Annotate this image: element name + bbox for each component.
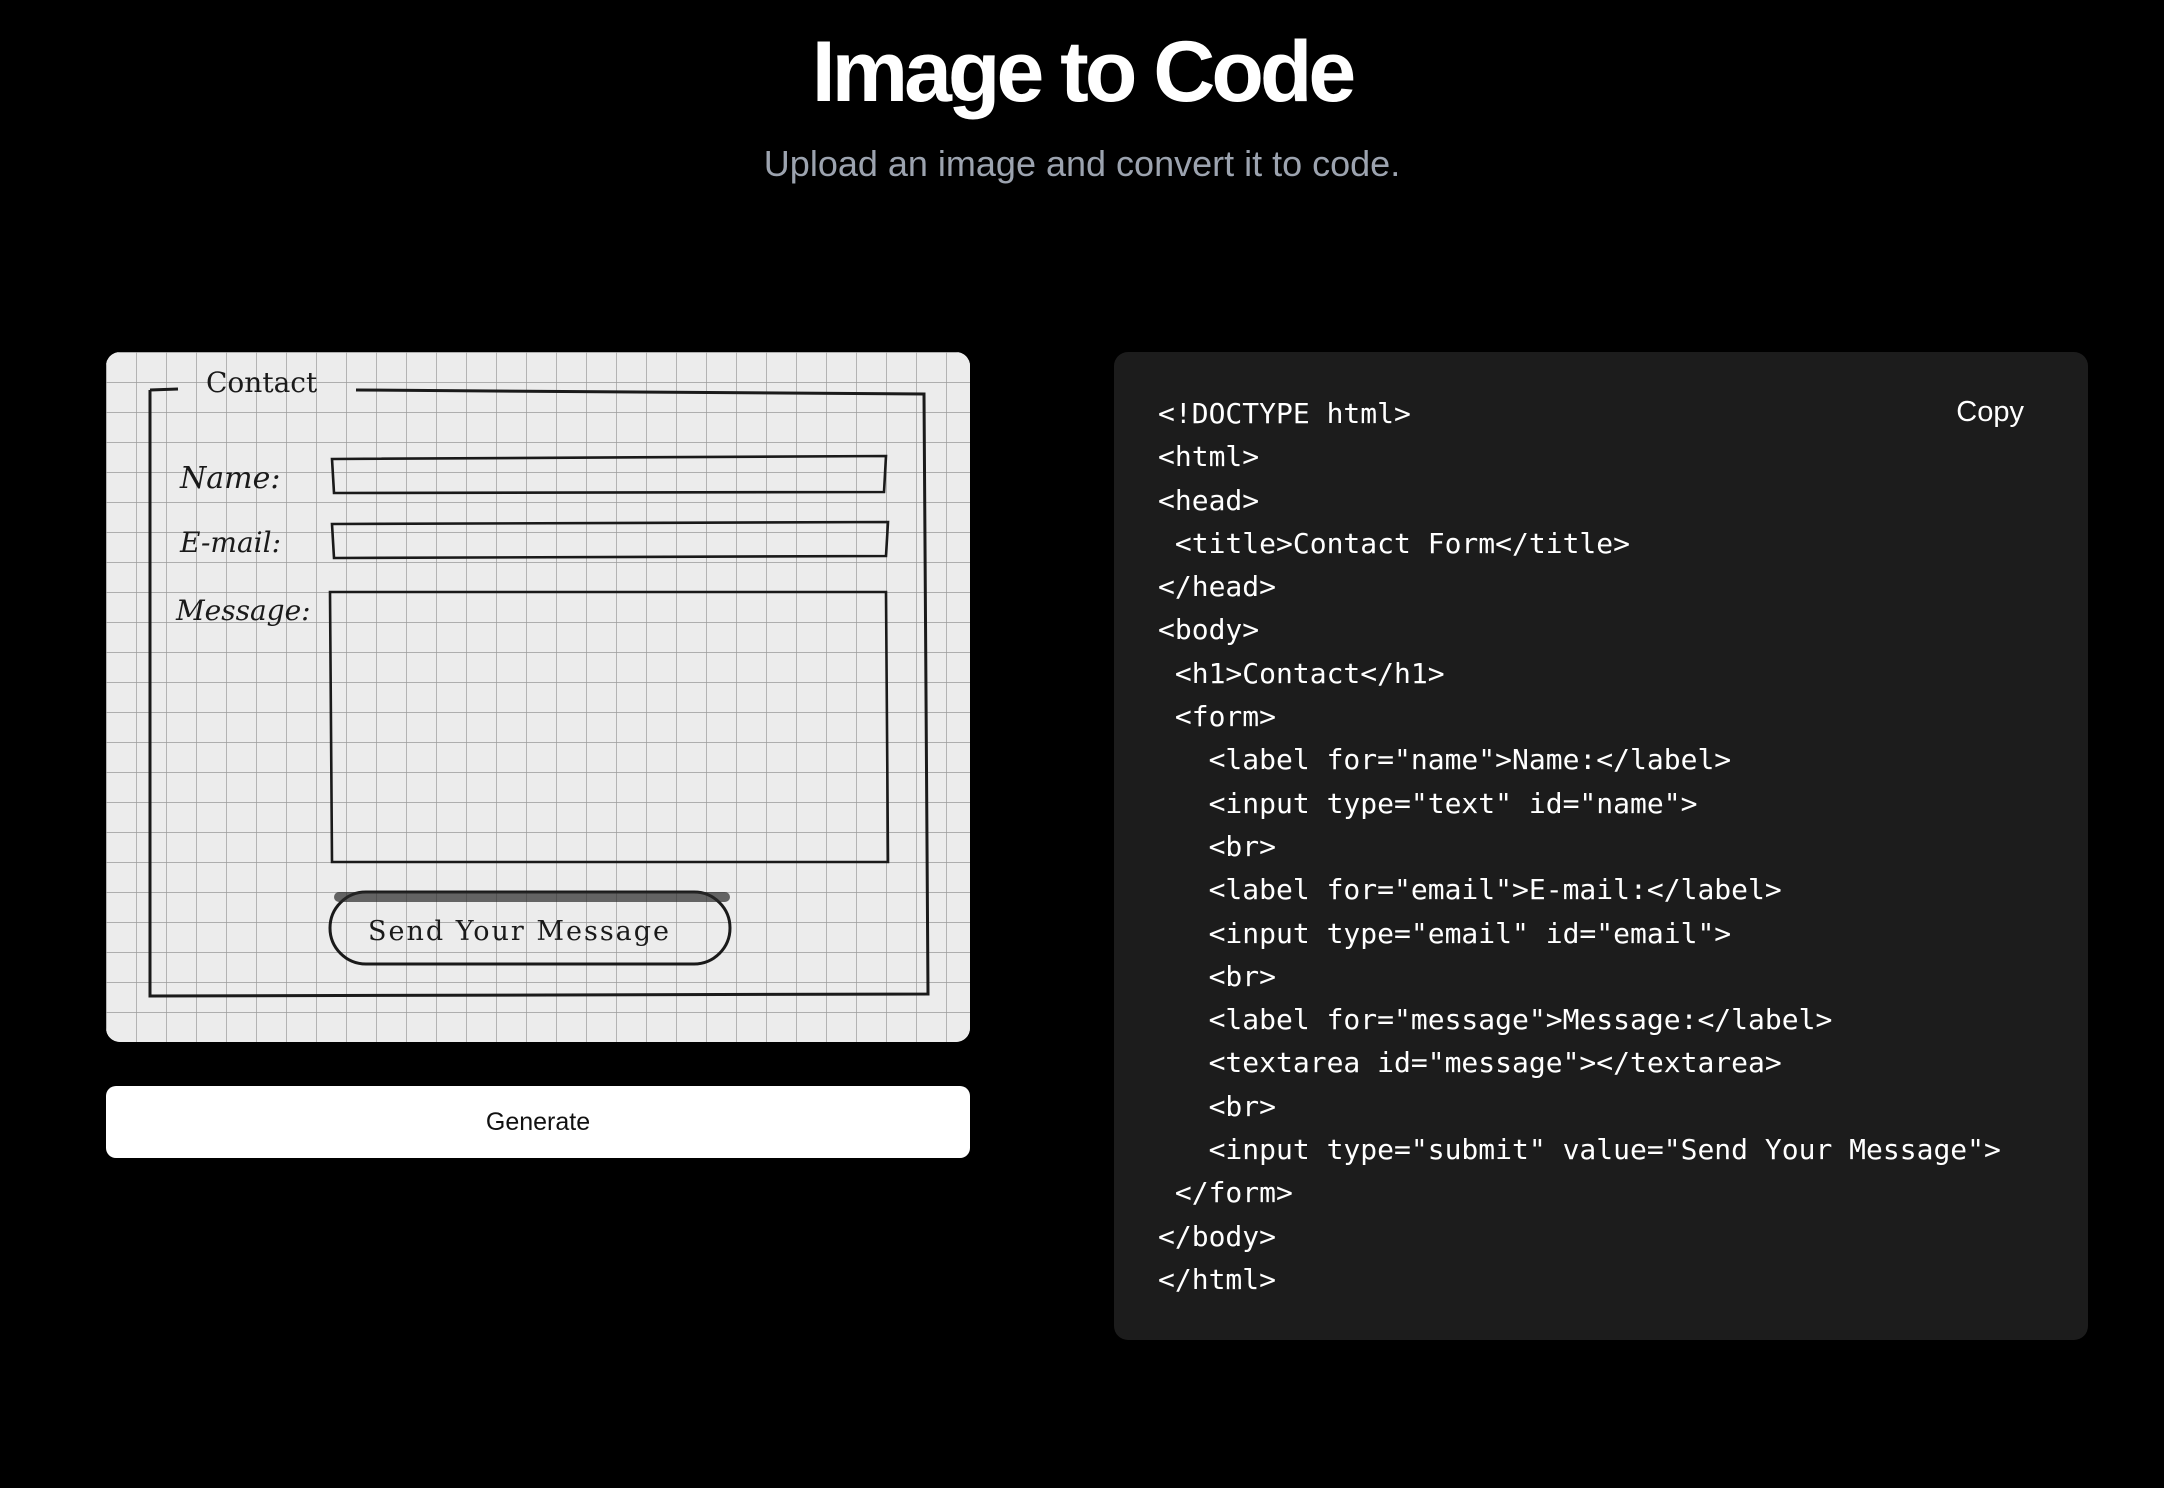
code-line: <label for="message">Message:</label> xyxy=(1158,1003,1833,1037)
generate-button[interactable]: Generate xyxy=(106,1086,970,1158)
code-block: <!DOCTYPE html> <html> <head> <title>Con… xyxy=(1158,392,2001,1301)
code-line: <label for="name">Name:</label> xyxy=(1158,743,1732,777)
sketch-title: Contact xyxy=(206,366,318,399)
code-line: <!DOCTYPE html> xyxy=(1158,397,1411,430)
sketch-label-name: Name: xyxy=(179,461,280,496)
uploaded-image-preview: Contact Name: E-mail: Message: Send Your… xyxy=(106,352,970,1042)
copy-button[interactable]: Copy xyxy=(1956,396,2024,429)
code-line: </html> xyxy=(1158,1262,1277,1296)
page-title: Image to Code xyxy=(811,24,1357,120)
sketch-button-text: Send Your Message xyxy=(368,916,671,947)
code-line: </form> xyxy=(1158,1176,1293,1210)
code-line: <br> xyxy=(1158,1089,1277,1123)
code-line: <h1>Contact</h1> xyxy=(1158,656,1445,690)
code-line: <head> xyxy=(1158,483,1260,517)
code-line: <br> xyxy=(1158,959,1277,993)
code-line: <title>Contact Form</title> xyxy=(1158,526,1631,560)
code-line: <input type="text" id="name"> xyxy=(1158,786,1698,820)
code-line: <textarea id="message"></textarea> xyxy=(1158,1046,1782,1080)
sketch-label-email: E-mail: xyxy=(179,526,281,559)
sketch-label-message: Message: xyxy=(175,594,311,627)
code-line: </head> xyxy=(1158,570,1277,604)
code-line: <form> xyxy=(1158,700,1277,734)
page-subtitle: Upload an image and convert it to code. xyxy=(763,143,1401,184)
code-line: <input type="email" id="email"> xyxy=(1158,916,1732,950)
code-line: <html> xyxy=(1158,440,1260,474)
code-line: <label for="email">E-mail:</label> xyxy=(1158,873,1782,907)
input-panel: Contact Name: E-mail: Message: Send Your… xyxy=(106,352,970,1158)
code-line: </body> xyxy=(1158,1219,1277,1253)
code-line: <br> xyxy=(1158,829,1277,863)
code-output-panel: <!DOCTYPE html> <html> <head> <title>Con… xyxy=(1114,352,2088,1340)
wireframe-sketch-image: Contact Name: E-mail: Message: Send Your… xyxy=(106,352,970,1042)
code-line: <body> xyxy=(1158,613,1260,647)
code-line: <input type="submit" value="Send Your Me… xyxy=(1158,1133,2001,1167)
